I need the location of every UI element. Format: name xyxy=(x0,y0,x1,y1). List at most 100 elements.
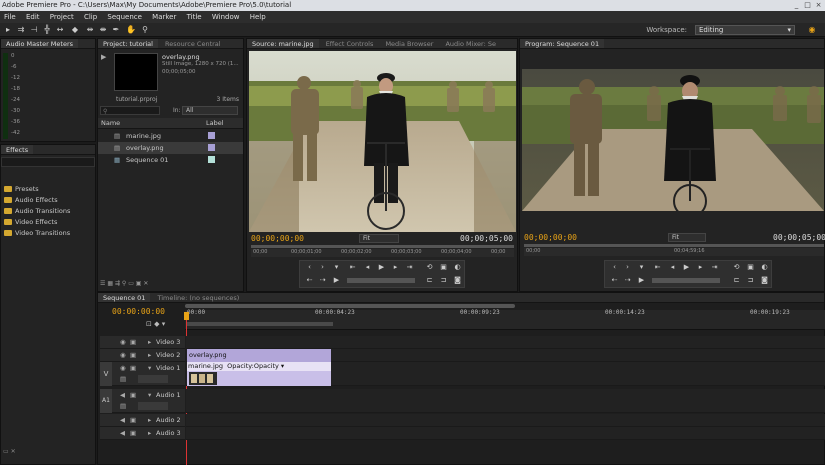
menu-marker[interactable]: Marker xyxy=(148,13,180,21)
automate-icon[interactable]: ⇶ xyxy=(115,280,120,287)
track-video-3[interactable]: ◉ ▣ ▸ Video 3 xyxy=(100,336,185,349)
menu-sequence[interactable]: Sequence xyxy=(103,13,146,21)
go-to-out-icon[interactable]: ⇥ xyxy=(404,262,415,273)
tab-source[interactable]: Source: marine.jpg xyxy=(247,39,319,48)
menu-clip[interactable]: Clip xyxy=(80,13,101,21)
zoom-tool-icon[interactable]: ⚲ xyxy=(140,25,150,35)
track-video-1[interactable]: ◉ ▣ ▾ Video 1 ▤ xyxy=(100,362,185,386)
clip-overlay[interactable]: overlay.png xyxy=(187,349,331,362)
program-fit-select[interactable]: Fit xyxy=(668,233,706,242)
output-icon[interactable]: ◐ xyxy=(759,262,770,273)
column-name[interactable]: Name xyxy=(101,118,120,128)
pen-tool-icon[interactable]: ✒ xyxy=(111,25,121,35)
project-item-sequence[interactable]: ▦ Sequence 01 xyxy=(98,154,243,166)
menu-window[interactable]: Window xyxy=(208,13,244,21)
selection-tool-icon[interactable]: ▸ xyxy=(3,25,13,35)
keyframe-navigator[interactable] xyxy=(138,375,168,383)
display-style-icon[interactable]: ▤ xyxy=(120,402,126,410)
program-current-timecode[interactable]: 00;00;00;00 xyxy=(524,233,577,242)
safe-margins-icon[interactable]: ▣ xyxy=(745,262,756,273)
effects-search-input[interactable] xyxy=(1,157,95,167)
collapse-triangle-icon[interactable]: ▾ xyxy=(148,391,151,399)
snap-icon[interactable]: ⊡ xyxy=(146,320,152,328)
set-marker-icon[interactable]: ▾ xyxy=(331,262,342,273)
mark-out-icon[interactable]: › xyxy=(622,262,633,273)
safe-margins-icon[interactable]: ▣ xyxy=(438,262,449,273)
output-icon[interactable]: ◐ xyxy=(452,262,463,273)
lock-icon[interactable]: ▣ xyxy=(130,351,136,359)
timeline-zoom-bar[interactable] xyxy=(185,304,515,308)
tab-media-browser[interactable]: Media Browser xyxy=(380,39,438,48)
mark-out-icon[interactable]: › xyxy=(317,262,328,273)
program-zoom-bar[interactable] xyxy=(524,244,824,247)
collapse-triangle-icon[interactable]: ▾ xyxy=(148,364,151,372)
go-prev-marker-icon[interactable]: ⇠ xyxy=(304,275,315,286)
go-to-in-icon[interactable]: ⇤ xyxy=(347,262,358,273)
step-back-icon[interactable]: ◂ xyxy=(362,262,373,273)
menu-project[interactable]: Project xyxy=(46,13,78,21)
minimize-button[interactable]: _ xyxy=(792,1,801,9)
eye-icon[interactable]: ◉ xyxy=(120,338,126,346)
speaker-icon[interactable]: ◀ xyxy=(120,391,125,399)
speaker-icon[interactable]: ◀ xyxy=(120,416,125,424)
program-time-ruler[interactable]: 00;00 00;04;59;16 xyxy=(524,248,824,256)
go-to-in-icon[interactable]: ⇤ xyxy=(652,262,663,273)
export-frame-icon[interactable]: ◙ xyxy=(759,275,770,286)
play-stop-icon[interactable]: ▶ xyxy=(376,262,387,273)
source-current-timecode[interactable]: 00;00;00;00 xyxy=(251,234,304,243)
source-time-ruler[interactable]: 00;00 00;00;01;00 00;00;02;00 00;00;03;0… xyxy=(251,249,514,257)
lane-audio-1[interactable] xyxy=(186,389,825,413)
lock-icon[interactable]: ▣ xyxy=(130,364,136,372)
maximize-button[interactable]: □ xyxy=(803,1,812,9)
eye-icon[interactable]: ◉ xyxy=(120,351,126,359)
timeline-time-ruler[interactable] xyxy=(185,310,825,330)
lane-video-3[interactable] xyxy=(186,336,825,349)
export-frame-icon[interactable]: ◙ xyxy=(452,275,463,286)
step-back-icon[interactable]: ◂ xyxy=(667,262,678,273)
playhead-handle[interactable] xyxy=(184,312,189,320)
track-audio-2[interactable]: ◀ ▣ ▸ Audio 2 xyxy=(100,414,185,427)
loop-icon[interactable]: ⟲ xyxy=(424,262,435,273)
play-stop-icon[interactable]: ▶ xyxy=(681,262,692,273)
new-item-icon[interactable]: ▣ xyxy=(136,280,142,287)
icon-view-icon[interactable]: ▦ xyxy=(107,280,113,287)
razor-tool-icon[interactable]: ◆ xyxy=(70,25,80,35)
slip-tool-icon[interactable]: ⇹ xyxy=(85,25,95,35)
lock-icon[interactable]: ▣ xyxy=(130,391,136,399)
lift-icon[interactable]: ⊏ xyxy=(731,275,742,286)
lane-audio-3[interactable] xyxy=(186,427,825,440)
mark-in-icon[interactable]: ‹ xyxy=(609,262,620,273)
clip-opacity-menu[interactable]: Opacity:Opacity ▾ xyxy=(227,362,284,370)
project-item-marine[interactable]: ▤ marine.jpg xyxy=(98,130,243,142)
effects-new-bin-icon[interactable]: ▭ ✕ xyxy=(3,448,16,455)
hand-tool-icon[interactable]: ✋ xyxy=(126,25,136,35)
tab-project[interactable]: Project: tutorial xyxy=(98,39,158,48)
close-button[interactable]: × xyxy=(814,1,823,9)
sequence-marker-icon[interactable]: ▾ xyxy=(162,320,166,328)
tab-sequence-01[interactable]: Sequence 01 xyxy=(98,293,151,302)
menu-help[interactable]: Help xyxy=(246,13,270,21)
menu-edit[interactable]: Edit xyxy=(22,13,44,21)
keyframe-navigator[interactable] xyxy=(138,402,168,410)
play-icon[interactable]: ▶ xyxy=(101,53,106,61)
menu-file[interactable]: File xyxy=(0,13,20,21)
tab-audio-mixer[interactable]: Audio Mixer: Se xyxy=(440,39,501,48)
expand-triangle-icon[interactable]: ▸ xyxy=(148,338,151,346)
expand-triangle-icon[interactable]: ▸ xyxy=(148,416,151,424)
clear-icon[interactable]: ✕ xyxy=(143,280,148,287)
lane-audio-2[interactable] xyxy=(186,414,825,427)
lock-icon[interactable]: ▣ xyxy=(130,429,136,437)
column-label[interactable]: Label xyxy=(206,118,224,128)
play-in-to-out-icon[interactable]: ▶ xyxy=(331,275,342,286)
project-item-overlay[interactable]: ▤ overlay.png xyxy=(98,142,243,154)
expand-triangle-icon[interactable]: ▸ xyxy=(148,351,151,359)
step-forward-icon[interactable]: ▸ xyxy=(695,262,706,273)
source-fit-select[interactable]: Fit xyxy=(359,234,399,243)
find-icon[interactable]: ⚲ xyxy=(122,280,126,287)
overlay-icon[interactable]: ⊐ xyxy=(438,275,449,286)
speaker-icon[interactable]: ◀ xyxy=(120,429,125,437)
lock-icon[interactable]: ▣ xyxy=(130,338,136,346)
go-to-out-icon[interactable]: ⇥ xyxy=(709,262,720,273)
project-search-input[interactable]: ⚲ xyxy=(100,106,160,115)
in-select[interactable]: All xyxy=(182,106,238,115)
